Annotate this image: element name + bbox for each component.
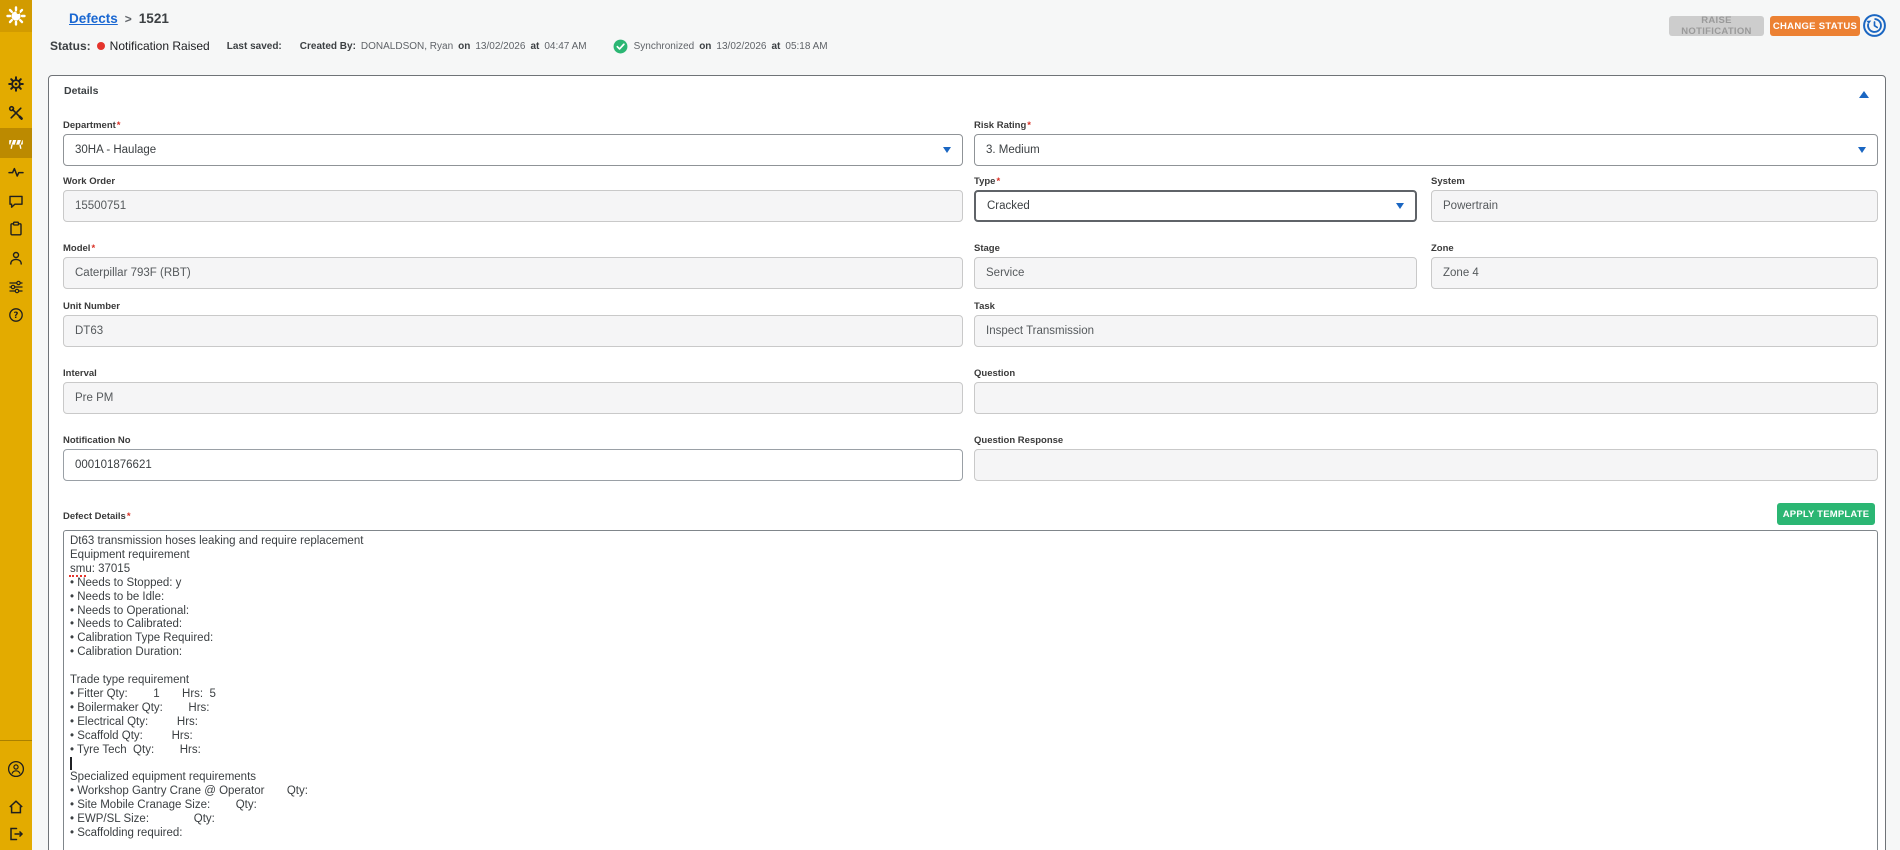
type-label: Type* (974, 176, 1001, 187)
barrier-icon (8, 135, 24, 151)
sidebar-item-filters[interactable] (0, 272, 32, 301)
sidebar-item-tools[interactable] (0, 98, 32, 127)
raise-notification-button[interactable]: RAISE NOTIFICATION (1669, 15, 1764, 37)
sliders-icon (8, 279, 24, 295)
status-bar: Status: Notification Raised Last saved: … (50, 38, 828, 54)
collapse-panel-icon[interactable] (1859, 91, 1869, 98)
created-time: 04:47 AM (544, 40, 587, 52)
model-field: Caterpillar 793F (RBT) (63, 257, 963, 289)
chevron-down-icon (943, 147, 951, 153)
sidebar-item-comments[interactable] (0, 186, 32, 215)
sync-on-word: on (699, 40, 712, 52)
synchronized-check-icon (613, 39, 628, 54)
chevron-down-icon (1858, 147, 1866, 153)
sync-at-word: at (771, 40, 781, 52)
defect-details-label: Defect Details* (63, 511, 131, 522)
help-icon: ? (8, 307, 24, 323)
interval-field: Pre PM (63, 382, 963, 414)
sync-date: 13/02/2026 (716, 40, 767, 52)
defect-details-textarea[interactable]: Dt63 transmission hoses leaking and requ… (63, 530, 1878, 850)
work-order-field: 15500751 (63, 190, 963, 222)
created-by-label: Created By: (299, 40, 356, 52)
breadcrumb-defects-link[interactable]: Defects (69, 11, 118, 26)
unit-number-field: DT63 (63, 315, 963, 347)
type-select[interactable]: Cracked (974, 190, 1417, 222)
status-red-dot-icon (96, 42, 105, 50)
status-value: Notification Raised (109, 39, 210, 53)
clipboard-icon (8, 221, 24, 237)
app-logo[interactable] (0, 0, 32, 32)
system-field: Powertrain (1431, 190, 1878, 222)
created-at-word: at (530, 40, 540, 52)
department-label: Department* (63, 120, 121, 131)
sync-time: 05:18 AM (785, 40, 828, 52)
notification-no-input[interactable]: 000101876621 (63, 449, 963, 481)
history-icon[interactable] (1862, 13, 1887, 38)
synchronized-label: Synchronized (633, 40, 695, 52)
sun-logo-icon (6, 6, 26, 26)
last-saved-label: Last saved: (226, 40, 282, 52)
unit-number-label: Unit Number (63, 301, 120, 312)
risk-rating-label: Risk Rating* (974, 120, 1031, 131)
created-date: 13/02/2026 (475, 40, 526, 52)
breadcrumb-current-id: 1521 (138, 11, 169, 26)
gear-icon (8, 75, 24, 92)
logout-icon (8, 826, 24, 842)
sidebar-item-account[interactable] (0, 754, 32, 783)
defect-details-text: Dt63 transmission hoses leaking and requ… (70, 535, 364, 840)
question-response-field (974, 449, 1878, 481)
breadcrumb: Defects > 1521 (69, 11, 169, 26)
panel-title: Details (64, 85, 99, 97)
interval-label: Interval (63, 368, 97, 379)
account-circle-icon (7, 760, 25, 778)
sidebar: ? (0, 0, 32, 850)
task-field: Inspect Transmission (974, 315, 1878, 347)
home-icon (8, 799, 24, 815)
zone-label: Zone (1431, 243, 1454, 254)
system-label: System (1431, 176, 1465, 187)
risk-rating-select[interactable]: 3. Medium (974, 134, 1878, 166)
sidebar-item-notes[interactable] (0, 214, 32, 243)
change-status-button[interactable]: CHANGE STATUS (1770, 16, 1860, 36)
created-on-word: on (458, 40, 471, 52)
person-icon (8, 250, 24, 266)
sidebar-item-logout[interactable] (0, 819, 32, 848)
svg-text:?: ? (14, 311, 19, 321)
sidebar-item-home[interactable] (0, 792, 32, 821)
sidebar-item-help[interactable]: ? (0, 300, 32, 329)
text-caret (70, 757, 72, 770)
created-by-name: DONALDSON, Ryan (360, 40, 454, 52)
stage-field: Service (974, 257, 1417, 289)
question-response-label: Question Response (974, 435, 1064, 446)
notification-no-label: Notification No (63, 435, 131, 446)
tools-icon (8, 105, 24, 121)
question-label: Question (974, 368, 1016, 379)
zone-field: Zone 4 (1431, 257, 1878, 289)
chevron-down-icon (1396, 203, 1404, 209)
status-label: Status: (50, 39, 91, 53)
sidebar-item-defects[interactable] (0, 128, 32, 158)
department-select[interactable]: 30HA - Haulage (63, 134, 963, 166)
question-field (974, 382, 1878, 414)
work-order-label: Work Order (63, 176, 116, 187)
breadcrumb-separator: > (124, 12, 132, 26)
sidebar-item-people[interactable] (0, 243, 32, 272)
sidebar-item-settings[interactable] (0, 69, 32, 98)
sidebar-divider (0, 740, 32, 741)
sidebar-item-activity[interactable] (0, 157, 32, 186)
stage-label: Stage (974, 243, 1000, 254)
model-label: Model* (63, 243, 96, 254)
apply-template-button[interactable]: APPLY TEMPLATE (1777, 503, 1875, 525)
details-panel: Details Department* 30HA - Haulage Risk … (48, 75, 1886, 850)
chat-bubble-icon (8, 193, 24, 209)
pulse-icon (8, 164, 24, 180)
spellcheck-squiggle (69, 574, 86, 577)
task-label: Task (974, 301, 995, 312)
